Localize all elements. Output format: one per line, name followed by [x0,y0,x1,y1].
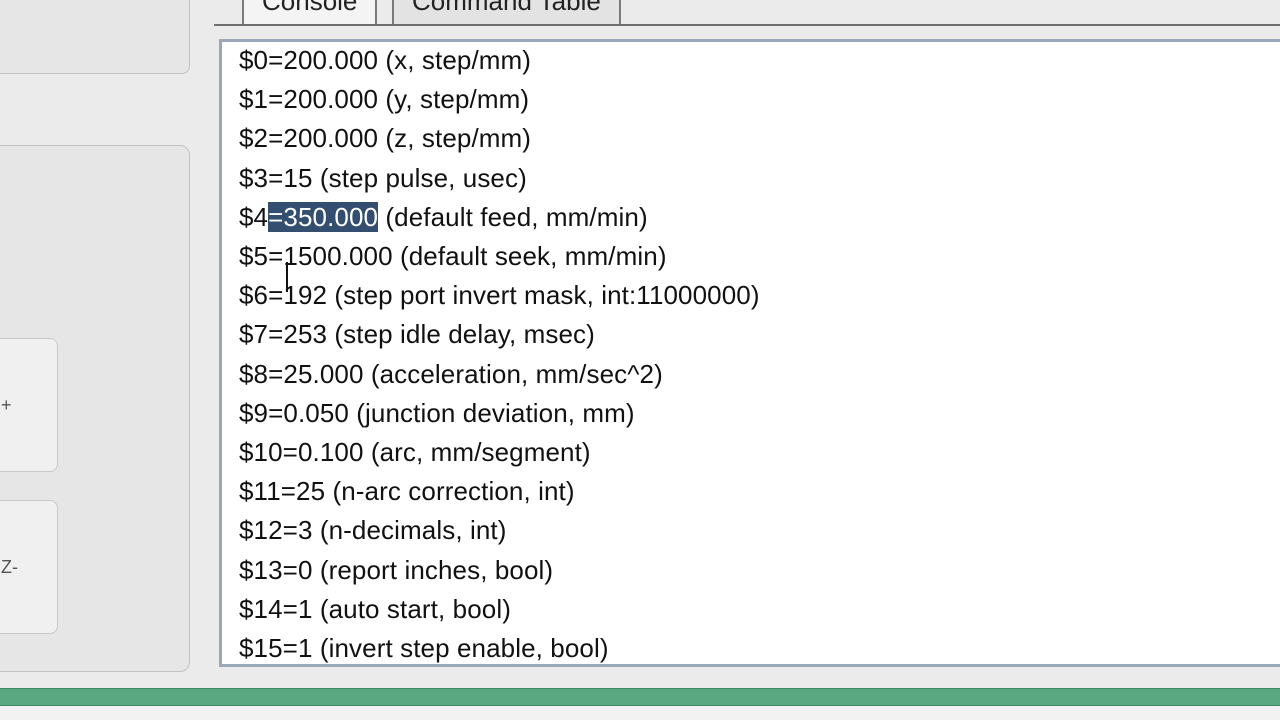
console-line: $13=0 (report inches, bool) [239,555,553,586]
tab-console-label: Console [262,0,358,16]
console-line: $6=192 (step port invert mask, int:11000… [239,280,760,311]
console-line: $3=15 (step pulse, usec) [239,163,527,194]
status-bar [0,688,1280,706]
console-line-text: $8=25.000 (acceleration, mm/sec^2) [239,358,663,389]
console-line: $14=1 (auto start, bool) [239,594,511,625]
console-line: $4=350.000 (default feed, mm/min) [239,201,648,233]
connection-panel [0,0,190,74]
console-line-text: $2=200.000 (z, step/mm) [239,123,532,154]
console-line: $5=1500.000 (default seek, mm/min) [239,241,667,272]
jog-plus-label: + [1,395,12,415]
console-line-text: $10=0.100 (arc, mm/segment) [239,437,591,467]
console-line-text: (default feed, mm/min) [378,201,648,232]
console-line: $2=200.000 (z, step/mm) [239,123,531,154]
tab-command-table[interactable]: Command Table [392,0,621,26]
console-line-text: $15=1 (invert step enable, bool) [239,633,609,663]
console-line-text: $5=1500.000 (default seek, mm/min) [239,241,667,271]
jog-plus-button[interactable]: + [0,338,58,472]
console-line-text: $14=1 (auto start, bool) [239,593,511,624]
console-line: $12=3 (n-decimals, int) [239,515,506,546]
selected-text: =350.000 [268,201,379,232]
console-line-text: $1=200.000 (y, step/mm) [239,84,530,115]
console-line-text: $11=25 (n-arc correction, int) [239,476,575,507]
console-line-text: $6=192 (step port invert mask, int:11000… [239,280,760,311]
console-line: $0=200.000 (x, step/mm) [239,45,531,76]
console-line-text: $9=0.050 (junction deviation, mm) [239,397,635,428]
console-line: $9=0.050 (junction deviation, mm) [239,398,635,429]
console-line-text: $7=253 (step idle delay, msec) [239,319,595,350]
console-line-text: $4 [239,201,269,232]
tab-command-table-label: Command Table [412,0,601,16]
jog-z-minus-label: Z- [1,557,18,577]
console-line: $1=200.000 (y, step/mm) [239,84,529,115]
console-line-text: $0=200.000 (x, step/mm) [239,45,532,75]
tab-console[interactable]: Console [242,0,378,26]
bottom-strip [0,706,1280,720]
console-line-text: $3=15 (step pulse, usec) [239,162,527,193]
console-line-text: $13=0 (report inches, bool) [239,554,554,585]
console-line: $15=1 (invert step enable, bool) [239,633,609,664]
console-line: $7=253 (step idle delay, msec) [239,319,595,350]
console-line: $11=25 (n-arc correction, int) [239,476,575,507]
console-line: $8=25.000 (acceleration, mm/sec^2) [239,359,663,390]
console-line: $10=0.100 (arc, mm/segment) [239,437,591,468]
text-cursor-icon [286,262,288,292]
console-line-text: $12=3 (n-decimals, int) [239,515,507,546]
console-output[interactable]: $0=200.000 (x, step/mm) $1=200.000 (y, st… [219,39,1280,667]
jog-z-minus-button[interactable]: Z- [0,500,58,634]
